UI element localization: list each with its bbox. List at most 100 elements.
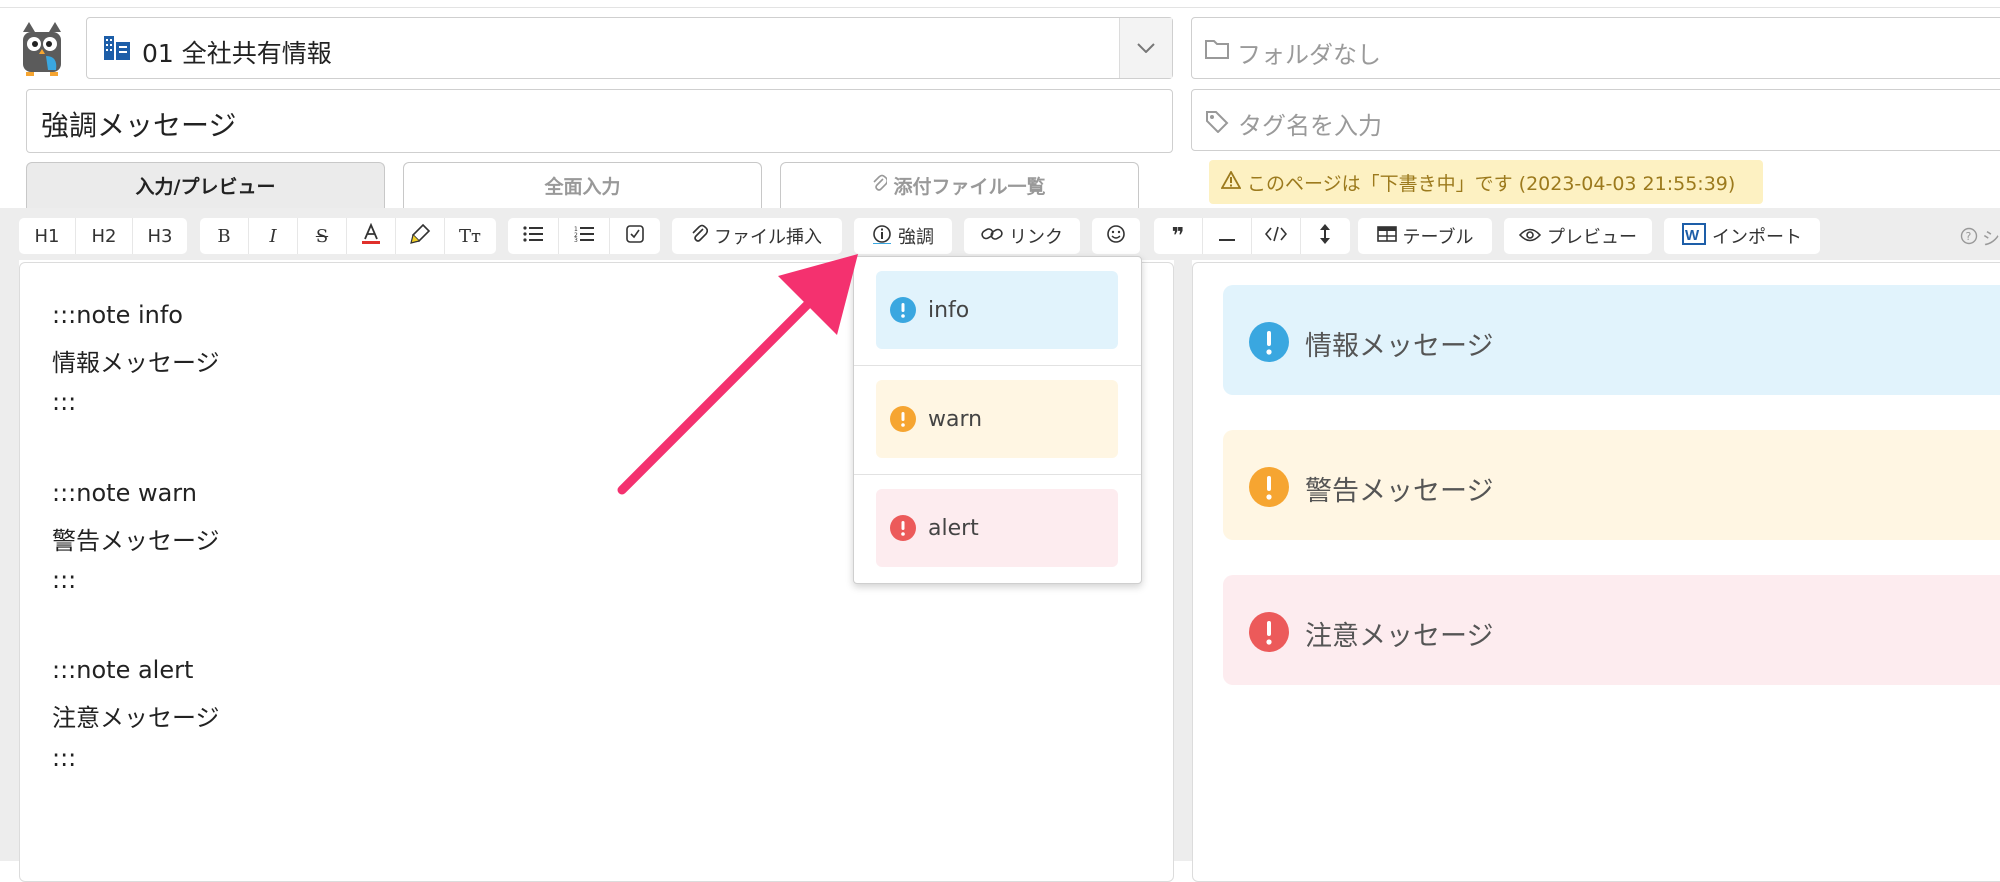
help-button[interactable]: ? シ: [1960, 225, 2000, 251]
font-color-icon: [361, 222, 381, 250]
folder-placeholder: フォルダなし: [1237, 41, 1381, 69]
dropdown-item-alert[interactable]: alert: [876, 489, 1118, 567]
editor-line: :::: [52, 566, 77, 594]
table-label: テーブル: [1402, 227, 1474, 248]
info-exclamation-icon: [1249, 322, 1289, 366]
link-label: リンク: [1009, 227, 1063, 248]
editor-line: :::: [52, 388, 77, 416]
preview-note-warn: 警告メッセージ: [1223, 430, 2000, 540]
table-icon: [1376, 225, 1397, 247]
font-size-button[interactable]: Tт: [445, 218, 495, 254]
word-icon: W: [1682, 222, 1706, 250]
resize-height-button[interactable]: [1301, 218, 1349, 254]
left-gutter: [0, 260, 19, 861]
title-input[interactable]: 強調メッセージ: [26, 89, 1173, 153]
alert-exclamation-icon: [1249, 612, 1289, 656]
editor-line: 注意メッセージ: [52, 704, 220, 732]
bold-icon: B: [217, 225, 231, 247]
code-button[interactable]: [1252, 218, 1300, 254]
folder-input[interactable]: フォルダなし: [1191, 17, 2000, 79]
tab-input-preview[interactable]: 入力/プレビュー: [26, 162, 385, 208]
h3-label: H3: [147, 225, 173, 247]
italic-icon: I: [269, 225, 277, 247]
group-select-value: 01 全社共有情報: [142, 39, 332, 68]
draft-status-text: このページは「下書き中」です (2023-04-03 21:55:39): [1247, 172, 1736, 195]
font-size-icon: Tт: [459, 225, 481, 247]
import-button[interactable]: W インポート: [1664, 218, 1820, 254]
code-icon: [1264, 226, 1288, 247]
link-icon: [981, 226, 1003, 247]
tag-icon: [1204, 109, 1230, 137]
bullet-list-icon: [523, 225, 543, 247]
info-exclamation-icon: [890, 297, 916, 323]
editor-line: :::note warn: [52, 479, 197, 507]
tab-attachments[interactable]: 添付ファイル一覧: [780, 162, 1139, 208]
chevron-down-icon[interactable]: [1119, 18, 1172, 78]
editor-line: 情報メッセージ: [52, 349, 220, 377]
emphasis-dropdown-menu: info warn alert: [853, 256, 1142, 584]
strikethrough-button[interactable]: S: [298, 218, 346, 254]
dropdown-item-label: warn: [928, 406, 983, 432]
heading-buttons: H1 H2 H3: [19, 218, 187, 254]
editor-line: :::note info: [52, 301, 183, 329]
emoji-button[interactable]: [1092, 218, 1140, 254]
h1-button[interactable]: H1: [19, 218, 75, 254]
preview-note-info: 情報メッセージ: [1223, 285, 2000, 395]
title-value: 強調メッセージ: [41, 109, 237, 142]
warning-icon: [1220, 169, 1242, 194]
italic-button[interactable]: I: [249, 218, 297, 254]
tab-full-input[interactable]: 全面入力: [403, 162, 762, 208]
alert-exclamation-icon: [890, 515, 916, 541]
dropdown-item-info[interactable]: info: [876, 271, 1118, 349]
dropdown-divider: [854, 365, 1141, 366]
h1-label: H1: [34, 225, 60, 247]
editor-line: 警告メッセージ: [52, 527, 220, 555]
link-button[interactable]: リンク: [964, 218, 1080, 254]
quote-button[interactable]: ❞: [1154, 218, 1202, 254]
preview-note-alert: 注意メッセージ: [1223, 575, 2000, 685]
svg-text:W: W: [1685, 227, 1700, 244]
minus-icon: [1219, 226, 1235, 247]
highlighter-icon: [409, 223, 431, 250]
preview-label: プレビュー: [1547, 227, 1637, 248]
dropdown-item-label: alert: [928, 515, 979, 541]
format-buttons: B I S Tт: [200, 218, 496, 254]
tab-label: 入力/プレビュー: [135, 176, 276, 198]
h3-button[interactable]: H3: [133, 218, 187, 254]
group-select[interactable]: 01 全社共有情報: [86, 17, 1173, 79]
dropdown-item-warn[interactable]: warn: [876, 380, 1118, 458]
font-color-button[interactable]: [347, 218, 395, 254]
preview-note-text: 情報メッセージ: [1305, 331, 1494, 362]
quote-icon: ❞: [1171, 223, 1185, 249]
h2-label: H2: [91, 225, 117, 247]
strikethrough-icon: S: [315, 225, 329, 247]
warn-exclamation-icon: [890, 406, 916, 432]
bullet-list-button[interactable]: [508, 218, 558, 254]
editor-line: :::note alert: [52, 656, 194, 684]
vertical-arrows-icon: [1320, 223, 1330, 249]
building-icon: [103, 35, 131, 65]
preview-note-text: 警告メッセージ: [1305, 476, 1494, 507]
help-label: シ: [1982, 229, 2000, 250]
horizontal-rule-button[interactable]: [1203, 218, 1251, 254]
question-circle-icon: ?: [1960, 227, 1978, 250]
paperclip-icon: [873, 174, 889, 197]
h2-button[interactable]: H2: [76, 218, 132, 254]
insert-buttons: ❞: [1154, 218, 1350, 254]
center-gutter: [1174, 260, 1192, 861]
app-logo-icon[interactable]: [18, 22, 68, 78]
draft-status-badge: このページは「下書き中」です (2023-04-03 21:55:39): [1209, 160, 1763, 204]
preview-button[interactable]: プレビュー: [1504, 218, 1652, 254]
tag-input[interactable]: タグ名を入力: [1191, 89, 2000, 151]
smiley-icon: [1106, 224, 1126, 249]
table-button[interactable]: テーブル: [1358, 218, 1492, 254]
bold-button[interactable]: B: [200, 218, 248, 254]
tab-label: 添付ファイル一覧: [893, 176, 1046, 198]
highlight-button[interactable]: [396, 218, 444, 254]
top-border: [0, 0, 2000, 8]
eye-icon: [1518, 226, 1542, 247]
svg-text:?: ?: [1966, 230, 1972, 243]
preview-note-text: 注意メッセージ: [1305, 621, 1494, 652]
editor-line: :::: [52, 744, 77, 772]
tab-label: 全面入力: [544, 176, 621, 198]
